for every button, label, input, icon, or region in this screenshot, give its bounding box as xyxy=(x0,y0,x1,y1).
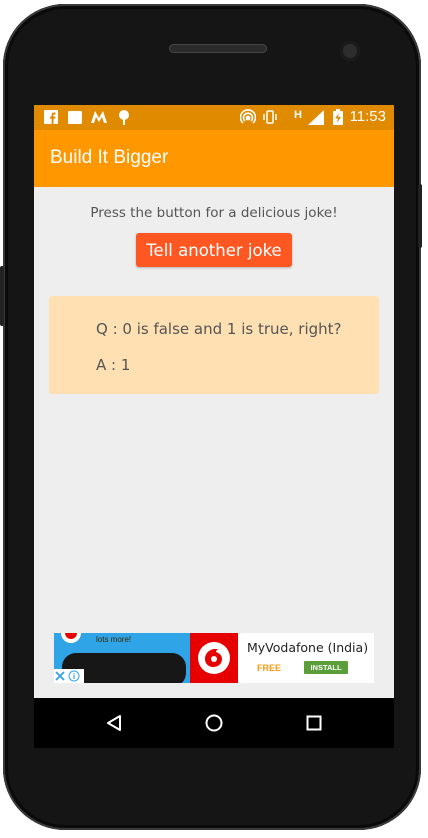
tell-joke-button[interactable]: Tell another joke xyxy=(136,233,292,267)
volume-button xyxy=(0,266,4,326)
navigation-bar xyxy=(34,698,394,748)
ad-banner[interactable]: lots more! MyVodafone (India) FREE INSTA… xyxy=(54,633,374,683)
app-title: Build It Bigger xyxy=(50,147,169,168)
ad-promo-text: lots more! xyxy=(96,635,132,644)
network-type-label: H xyxy=(294,109,302,121)
vibrate-icon xyxy=(262,109,278,125)
battery-charging-icon xyxy=(330,109,346,125)
joke-answer: A : 1 xyxy=(96,356,131,374)
earpiece-speaker xyxy=(169,44,267,53)
ad-choices[interactable] xyxy=(54,669,84,683)
status-bar: H 11:53 xyxy=(34,105,394,130)
ad-promo-image[interactable]: lots more! xyxy=(54,633,190,683)
ad-app-name: MyVodafone (India) xyxy=(247,640,369,655)
clock: 11:53 xyxy=(349,108,386,125)
hotspot-icon xyxy=(240,109,256,125)
signal-icon xyxy=(308,109,324,125)
front-camera xyxy=(340,41,360,61)
screen: H 11:53 Build It Bigger Press the button… xyxy=(34,105,394,748)
power-button xyxy=(418,184,422,248)
myntra-icon xyxy=(91,109,107,125)
ad-price-label: FREE xyxy=(257,663,282,673)
close-icon[interactable] xyxy=(54,670,66,682)
promo-badge-icon xyxy=(61,633,81,643)
joke-card: Q : 0 is false and 1 is true, right? A :… xyxy=(49,296,379,394)
facebook-icon xyxy=(43,109,59,125)
joke-question: Q : 0 is false and 1 is true, right? xyxy=(96,320,342,338)
message-icon xyxy=(67,109,83,125)
recents-icon[interactable] xyxy=(301,710,327,736)
info-icon[interactable] xyxy=(68,670,80,682)
vodafone-logo-icon[interactable] xyxy=(190,633,238,683)
home-icon[interactable] xyxy=(201,710,227,736)
android-icon xyxy=(116,109,132,125)
ad-install-button[interactable]: INSTALL xyxy=(304,661,348,674)
instructions-text: Press the button for a delicious joke! xyxy=(90,205,338,221)
back-icon[interactable] xyxy=(101,710,127,736)
app-toolbar: Build It Bigger xyxy=(34,130,394,187)
